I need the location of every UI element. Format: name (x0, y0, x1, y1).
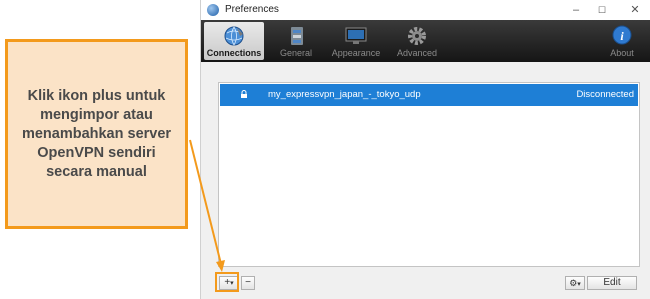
annotation-arrow (189, 139, 225, 272)
add-button-highlight (215, 272, 239, 292)
